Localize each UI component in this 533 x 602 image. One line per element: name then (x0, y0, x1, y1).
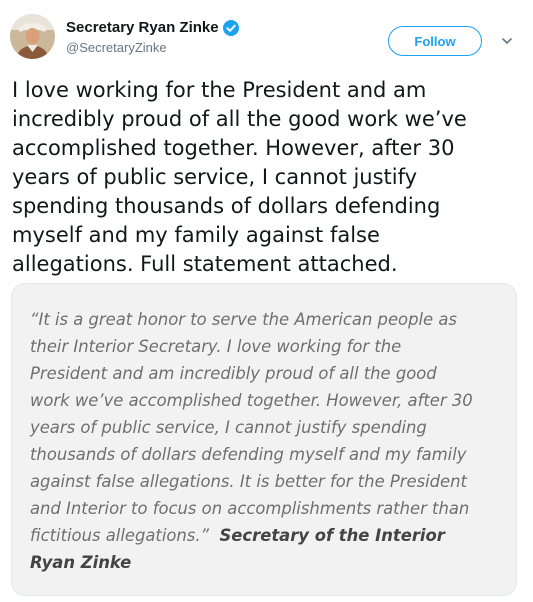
statement-line: their Interior Secretary. I love working… (30, 337, 402, 356)
statement-line: “It is a great honor to serve the Americ… (30, 310, 457, 329)
user-identity: Secretary Ryan Zinke @SecretaryZinke (66, 18, 239, 57)
statement-signature-name: Ryan Zinke (30, 553, 132, 572)
statement-last-line: fictitious allegations.” Secretary of th… (30, 522, 510, 549)
user-handle[interactable]: @SecretaryZinke (66, 39, 239, 57)
tweet-line: accomplished together. However, after 30 (12, 136, 455, 160)
statement-line: fictitious allegations.” (30, 526, 210, 545)
tweet-line: I love working for the President and am (12, 78, 427, 102)
profile-photo (10, 14, 55, 59)
statement-image[interactable]: “It is a great honor to serve the Americ… (11, 283, 517, 596)
statement-line: years of public service, I cannot justif… (30, 418, 427, 437)
tweet-line: incredibly proud of all the good work we… (12, 107, 467, 131)
tweet-header: Secretary Ryan Zinke @SecretaryZinke Fol… (10, 14, 523, 70)
statement-line: President and am incredibly proud of all… (30, 364, 437, 383)
statement-line: work we’ve accomplished together. Howeve… (30, 391, 473, 410)
tweet-line: myself and my family against false (12, 223, 380, 247)
verified-badge-icon (222, 20, 239, 36)
follow-button[interactable]: Follow (388, 26, 482, 56)
statement-signature-title: Secretary of the Interior (219, 526, 445, 545)
tweet-line: allegations. Full statement attached. (12, 252, 398, 276)
chevron-down-icon[interactable] (500, 34, 514, 48)
statement-line: and Interior to focus on accomplishments… (30, 499, 470, 518)
display-name[interactable]: Secretary Ryan Zinke (66, 18, 239, 38)
tweet-line: spending thousands of dollars defending (12, 194, 441, 218)
statement-line: thousands of dollars defending myself an… (30, 445, 467, 464)
display-name-text[interactable]: Secretary Ryan Zinke (66, 18, 219, 38)
tweet-text: I love working for the President and am … (12, 76, 517, 279)
statement-text: “It is a great honor to serve the Americ… (30, 306, 510, 576)
tweet-line: years of public service, I cannot justif… (12, 165, 418, 189)
statement-line: against false allegations. It is better … (30, 472, 467, 491)
avatar[interactable] (10, 14, 55, 59)
